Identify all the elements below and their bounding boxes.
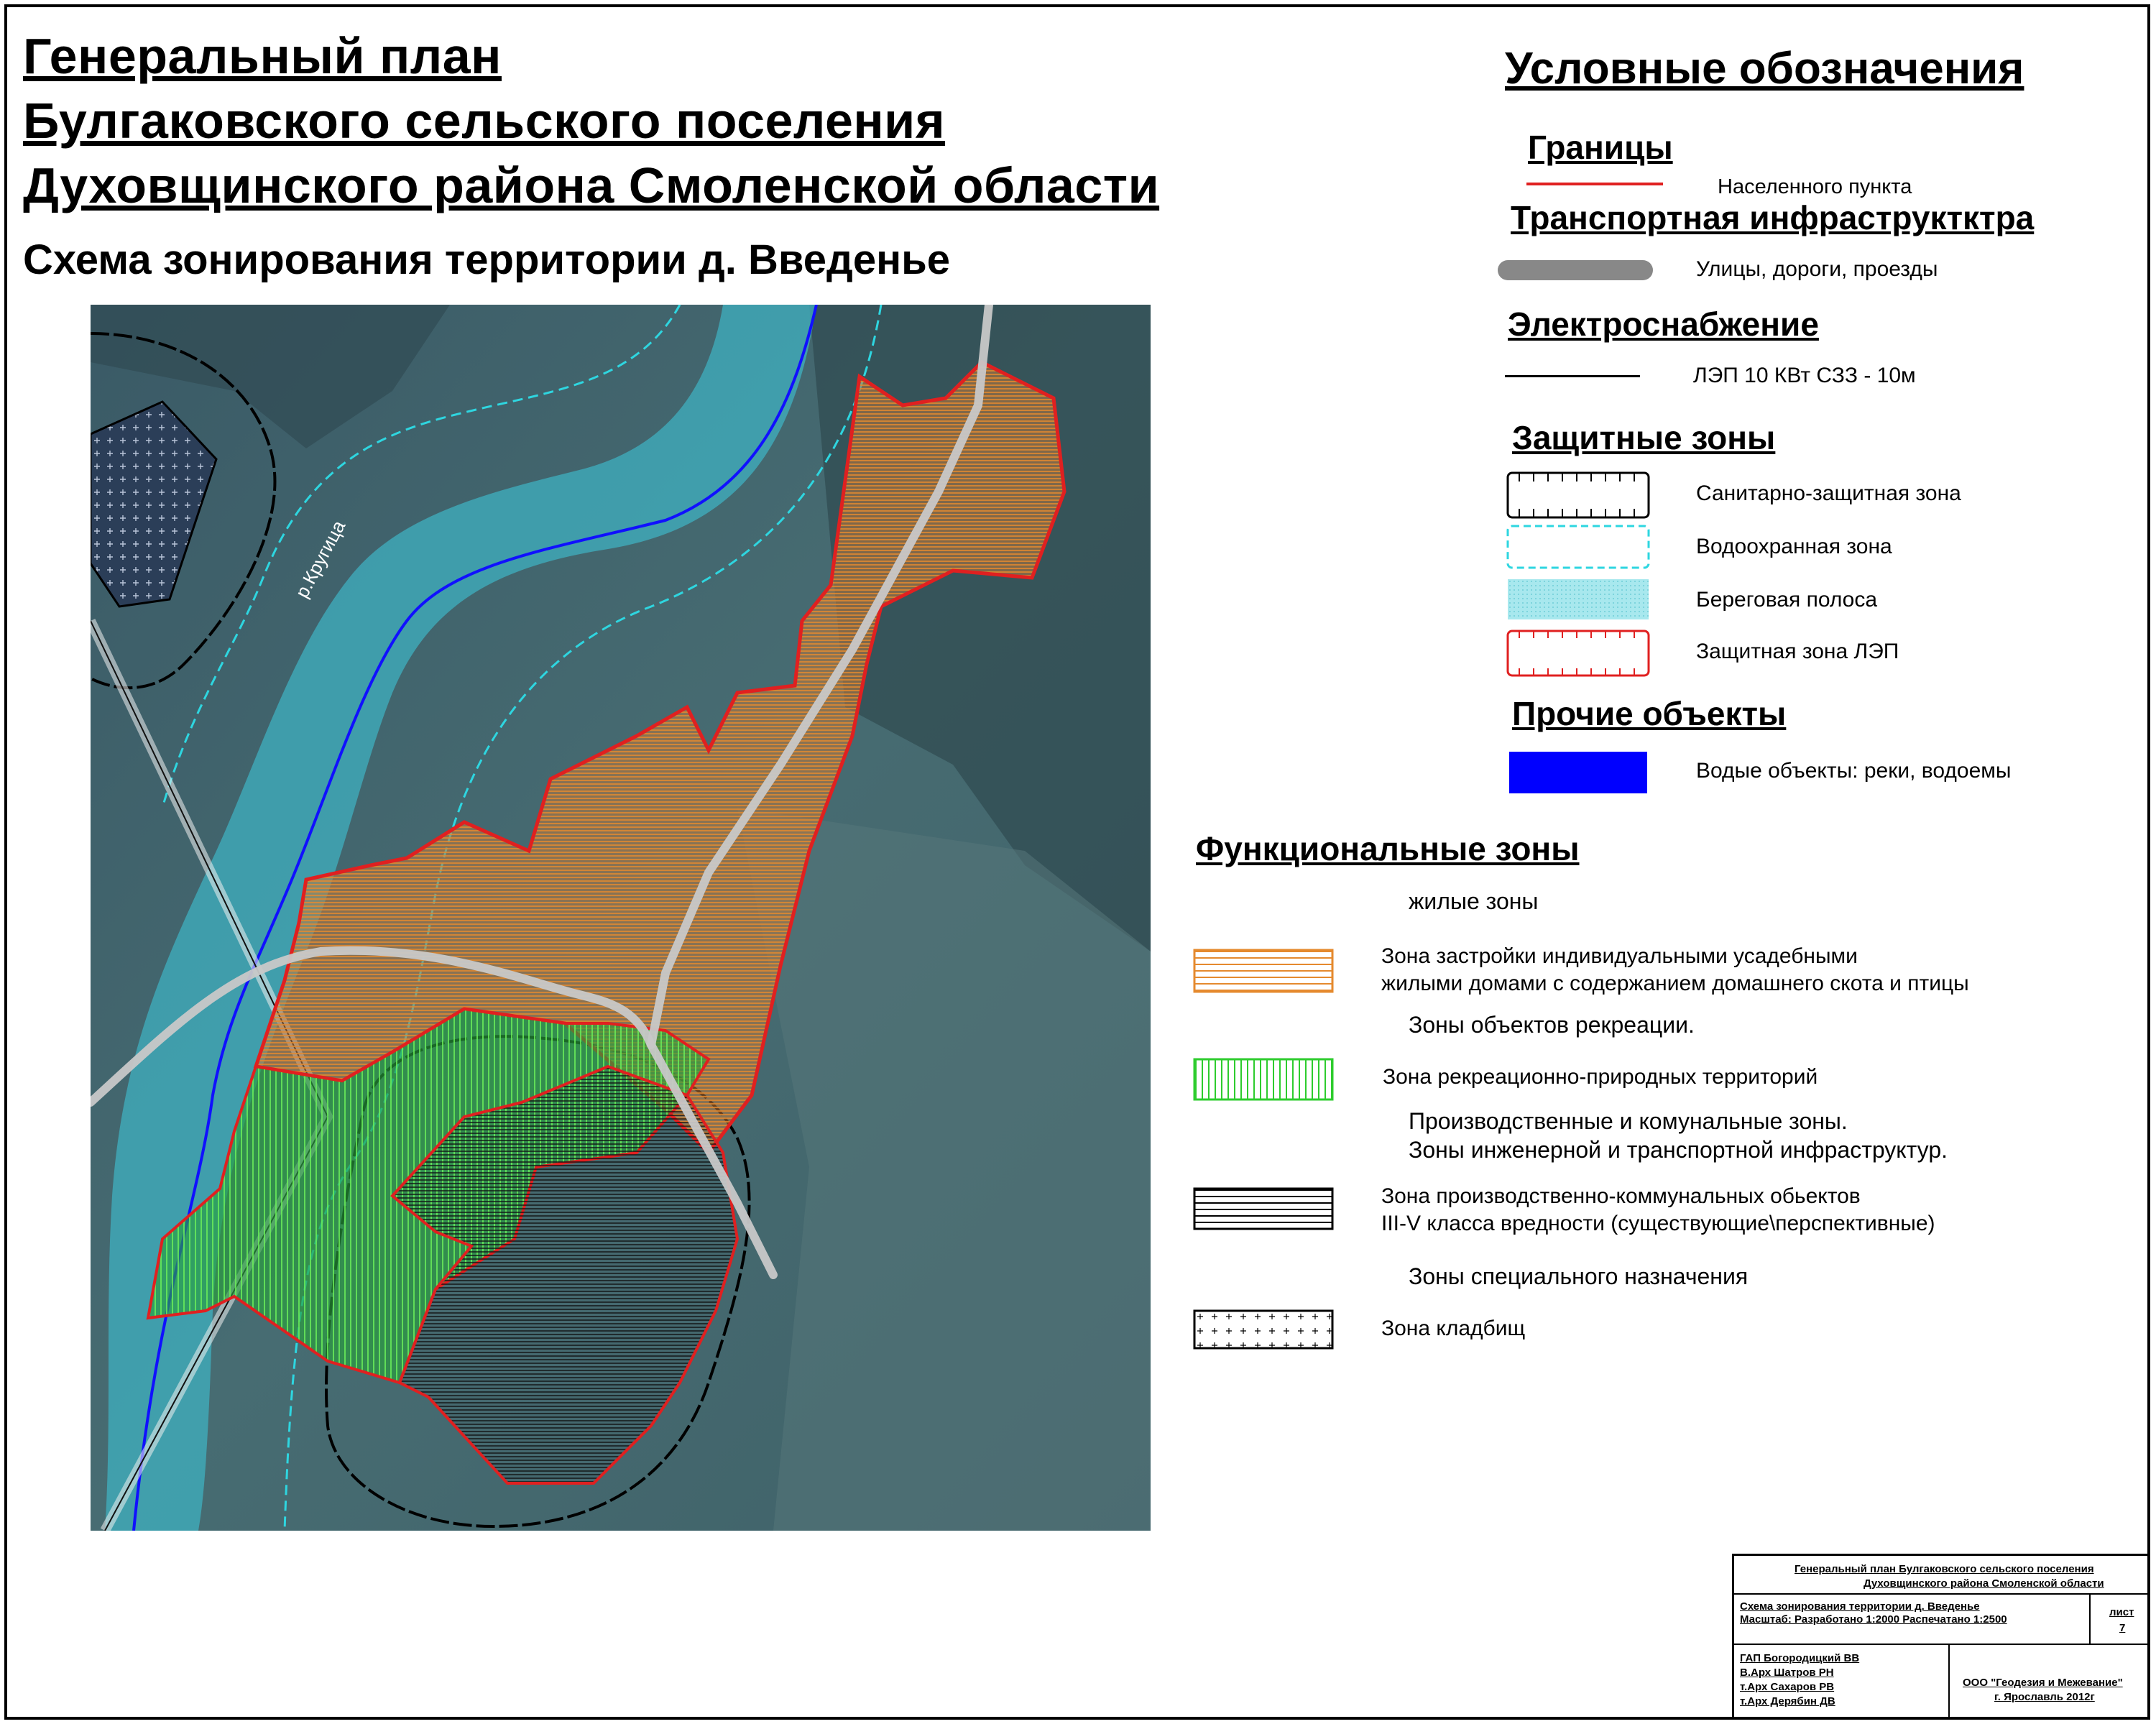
legend-power-label: ЛЭП 10 КВт СЗЗ - 10м <box>1693 364 1916 387</box>
stamp-person-3: т.Арх Сахаров РВ <box>1740 1681 1835 1693</box>
settlement-border-swatch <box>1526 183 1663 185</box>
legend-borders-heading: Границы <box>1528 129 1673 166</box>
title-block: Генеральный план Булгаковского сельского… <box>1732 1554 2150 1720</box>
stamp-city: г. Ярославль 2012г <box>1994 1691 2095 1703</box>
title-line-2: Булгаковского сельского поселения <box>23 93 946 149</box>
legend-coastal-label: Береговая полоса <box>1696 588 1878 612</box>
title-line-1: Генеральный план <box>23 28 502 84</box>
recreation-label: Зона рекреационно-природных территорий <box>1383 1065 1818 1089</box>
power-protection-swatch <box>1506 630 1650 677</box>
stamp-person-1: ГАП Богородицкий ВВ <box>1740 1652 1860 1664</box>
industrial-swatch <box>1193 1187 1334 1230</box>
legend-transport-heading: Транспортная инфраструктктра <box>1511 199 2035 236</box>
zoning-map[interactable]: р.Кругица <box>91 305 1151 1531</box>
legend-settlement-label: Населенного пункта <box>1718 175 1912 198</box>
legend-protect-heading: Защитные зоны <box>1512 419 1776 456</box>
residential-group-label: жилые зоны <box>1409 888 1539 914</box>
cemetery-swatch <box>1193 1309 1334 1350</box>
legend-roads-label: Улицы, дороги, проезды <box>1696 257 1938 281</box>
legend-water-label: Водые объекты: реки, водоемы <box>1696 759 2012 783</box>
legend-sanitary-label: Санитарно-защитная зона <box>1696 481 1961 505</box>
recreation-swatch <box>1193 1058 1334 1101</box>
special-group-label: Зоны специального назначения <box>1409 1263 1749 1289</box>
water-protection-swatch <box>1506 525 1650 569</box>
industrial-group-label-1: Производственные и комунальные зоны. <box>1409 1108 1848 1134</box>
industrial-group-label-2: Зоны инженерной и транспортной инфрастру… <box>1409 1137 1948 1163</box>
road-swatch <box>1498 260 1653 280</box>
stamp-title-2: Духовщинского района Смоленской области <box>1864 1577 2104 1590</box>
stamp-scheme: Схема зонирования территории д. Введенье <box>1740 1600 1980 1613</box>
cemetery-label: Зона кладбищ <box>1381 1317 1526 1340</box>
stamp-sheet-number: 7 <box>2119 1622 2126 1634</box>
legend-heading: Условные обозначения <box>1505 44 2024 93</box>
scheme-subtitle: Схема зонирования территории д. Введенье <box>23 236 951 283</box>
recreation-group-label: Зоны объектов рекреации. <box>1409 1012 1695 1038</box>
stamp-person-4: т.Арх Дерябин ДВ <box>1740 1695 1835 1707</box>
legend-other-heading: Прочие объекты <box>1512 695 1787 732</box>
power-line-swatch <box>1505 375 1640 377</box>
stamp-title-1: Генеральный план Булгаковского сельского… <box>1795 1563 2094 1575</box>
legend-functional-heading: Функциональные зоны <box>1196 830 1580 867</box>
legend-power-heading: Электроснабжение <box>1508 305 1819 343</box>
water-body-swatch <box>1509 752 1647 793</box>
legend-power-protection-label: Защитная зона ЛЭП <box>1696 640 1899 663</box>
residential-swatch <box>1193 949 1334 993</box>
legend-water-protection-label: Водоохранная зона <box>1696 535 1892 558</box>
stamp-org: ООО "Геодезия и Межевание" <box>1963 1677 2123 1689</box>
residential-label-1: Зона застройки индивидуальными усадебным… <box>1381 944 1858 968</box>
stamp-sheet-label: лист <box>2109 1606 2134 1618</box>
industrial-label-2: III-V класса вредности (существующие\пер… <box>1381 1212 1935 1235</box>
sanitary-zone-swatch <box>1506 471 1650 519</box>
residential-label-2: жилыми домами с содержанием домашнего ск… <box>1381 972 1969 995</box>
stamp-person-2: В.Арх Шатров РН <box>1740 1667 1834 1679</box>
stamp-scale: Масштаб: Разработано 1:2000 Распечатано … <box>1740 1613 2007 1626</box>
title-line-3: Духовщинского района Смоленской области <box>23 157 1160 213</box>
coastal-strip-swatch <box>1508 579 1649 619</box>
industrial-label-1: Зона производственно-коммунальных обьект… <box>1381 1184 1861 1208</box>
